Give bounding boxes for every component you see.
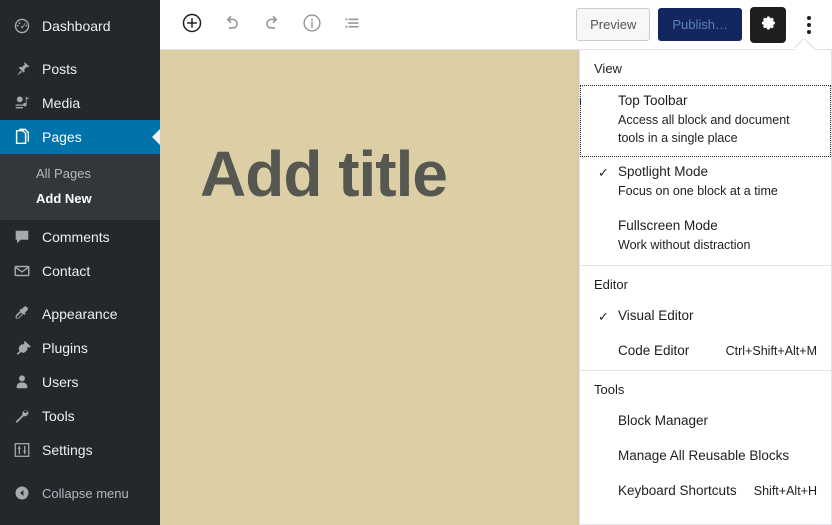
plugin-icon — [12, 338, 32, 358]
check-icon: ✓ — [598, 308, 609, 324]
sidebar-item-label: Settings — [42, 442, 93, 458]
submenu-item-all-pages[interactable]: All Pages — [0, 161, 160, 186]
sidebar-item-label: Contact — [42, 263, 91, 279]
check-icon: ✓ — [598, 165, 609, 181]
menu-item-title: Code Editor — [618, 342, 690, 358]
sidebar-item-label: Appearance — [42, 306, 118, 322]
gear-icon — [758, 13, 778, 36]
menu-item-shortcut: Ctrl+Shift+Alt+M — [725, 343, 817, 358]
toolbar-left-group — [160, 7, 370, 43]
menu-item-spotlight-mode[interactable]: ✓ Spotlight Mode Focus on one block at a… — [580, 157, 831, 211]
menu-item-title: Block Manager — [618, 413, 709, 429]
more-options-button[interactable] — [794, 7, 824, 43]
menu-group-tools: Tools Block Manager Manage All Reusable … — [580, 370, 831, 511]
plus-circle-icon — [181, 12, 203, 37]
menu-item-title: Top Toolbar — [618, 93, 688, 108]
menu-item-description: Work without distraction — [618, 237, 751, 252]
sidebar-item-label: Pages — [42, 129, 82, 145]
sidebar-item-tools[interactable]: Tools — [0, 399, 160, 433]
collapse-menu-button[interactable]: Collapse menu — [0, 476, 160, 510]
menu-group-label: Tools — [594, 382, 625, 398]
sidebar-item-posts[interactable]: Posts — [0, 52, 160, 86]
sidebar-item-label: Comments — [42, 229, 110, 245]
sidebar-item-label: Dashboard — [42, 18, 111, 34]
settings-sidebar-button[interactable] — [750, 6, 786, 43]
redo-icon — [261, 12, 283, 37]
menu-group-editor: Editor ✓ Visual Editor Code Editor Ctrl+… — [580, 264, 831, 371]
admin-sidebar: Dashboard Posts Media Pages All Pages Ad… — [0, 0, 160, 525]
redo-button[interactable] — [254, 7, 290, 43]
menu-item-title: Visual Editor — [618, 307, 694, 323]
menu-item-title: Manage All Reusable Blocks — [618, 448, 790, 464]
sidebar-item-label: Tools — [42, 408, 75, 424]
sidebar-item-settings[interactable]: Settings — [0, 433, 160, 467]
menu-item-keyboard-shortcuts[interactable]: Keyboard Shortcuts Shift+Alt+H — [580, 476, 831, 511]
menu-item-block-manager[interactable]: Block Manager — [580, 406, 831, 441]
dropdown-caret — [795, 39, 817, 51]
menu-group-view: View Top Toolbar Access all block and do… — [580, 50, 831, 265]
sidebar-item-plugins[interactable]: Plugins — [0, 331, 160, 365]
menu-item-shortcut: Shift+Alt+H — [753, 484, 817, 499]
kebab-dot — [807, 29, 811, 34]
publish-button[interactable]: Publish… — [658, 8, 742, 41]
appearance-icon — [12, 304, 32, 324]
menu-item-title: Spotlight Mode — [618, 164, 709, 180]
dashboard-icon — [12, 16, 32, 36]
pin-icon — [12, 59, 32, 79]
sidebar-item-appearance[interactable]: Appearance — [0, 297, 160, 331]
menu-item-description: Focus on one block at a time — [618, 184, 778, 199]
menu-item-code-editor[interactable]: Code Editor Ctrl+Shift+Alt+M — [580, 336, 831, 371]
pages-icon — [12, 127, 32, 147]
sidebar-item-label: Users — [42, 374, 79, 390]
menu-item-title: Fullscreen Mode — [618, 218, 718, 234]
undo-button[interactable] — [214, 7, 250, 43]
preview-button[interactable]: Preview — [576, 8, 651, 41]
sidebar-item-label: Posts — [42, 61, 78, 77]
toolbar-right-group: Preview Publish… — [576, 6, 832, 43]
envelope-icon — [12, 261, 32, 281]
media-icon — [12, 93, 32, 113]
list-view-icon — [341, 12, 363, 37]
post-title-placeholder[interactable]: Add title — [200, 142, 448, 206]
sidebar-item-label: Media — [42, 95, 81, 111]
menu-item-visual-editor[interactable]: ✓ Visual Editor — [580, 301, 831, 336]
pages-submenu: All Pages Add New — [0, 154, 160, 220]
sidebar-item-pages[interactable]: Pages — [0, 120, 160, 154]
collapse-menu-label: Collapse menu — [42, 485, 129, 501]
details-button[interactable] — [294, 7, 330, 43]
menu-item-title: Keyboard Shortcuts — [618, 483, 737, 499]
menu-item-top-toolbar[interactable]: Top Toolbar Access all block and documen… — [580, 85, 831, 158]
menu-item-description: Access all block and document tools in a… — [618, 112, 790, 145]
settings-icon — [12, 440, 32, 460]
undo-icon — [221, 12, 243, 37]
add-block-button[interactable] — [174, 7, 210, 43]
wordpress-block-editor-screen: Dashboard Posts Media Pages All Pages Ad… — [0, 0, 832, 525]
info-icon — [301, 12, 323, 37]
sidebar-item-comments[interactable]: Comments — [0, 220, 160, 254]
list-view-button[interactable] — [334, 7, 370, 43]
menu-group-label: Editor — [594, 276, 628, 292]
sidebar-item-media[interactable]: Media — [0, 86, 160, 120]
sidebar-item-users[interactable]: Users — [0, 365, 160, 399]
menu-group-label: View — [594, 61, 622, 76]
menu-item-manage-reusable-blocks[interactable]: Manage All Reusable Blocks — [580, 441, 831, 476]
kebab-dot — [807, 22, 811, 27]
wrench-icon — [12, 406, 32, 426]
more-options-dropdown: View Top Toolbar Access all block and do… — [579, 50, 832, 525]
sidebar-item-contact[interactable]: Contact — [0, 254, 160, 288]
menu-item-fullscreen-mode[interactable]: Fullscreen Mode Work without distraction — [580, 211, 831, 265]
current-menu-arrow — [152, 129, 160, 145]
user-icon — [12, 372, 32, 392]
sidebar-item-label: Plugins — [42, 340, 88, 356]
comments-icon — [12, 227, 32, 247]
collapse-arrow-icon — [12, 483, 32, 503]
editor-header-toolbar: Preview Publish… — [160, 0, 832, 50]
sidebar-item-dashboard[interactable]: Dashboard — [0, 9, 160, 43]
submenu-item-add-new[interactable]: Add New — [0, 186, 160, 211]
kebab-menu-icon — [807, 15, 811, 20]
